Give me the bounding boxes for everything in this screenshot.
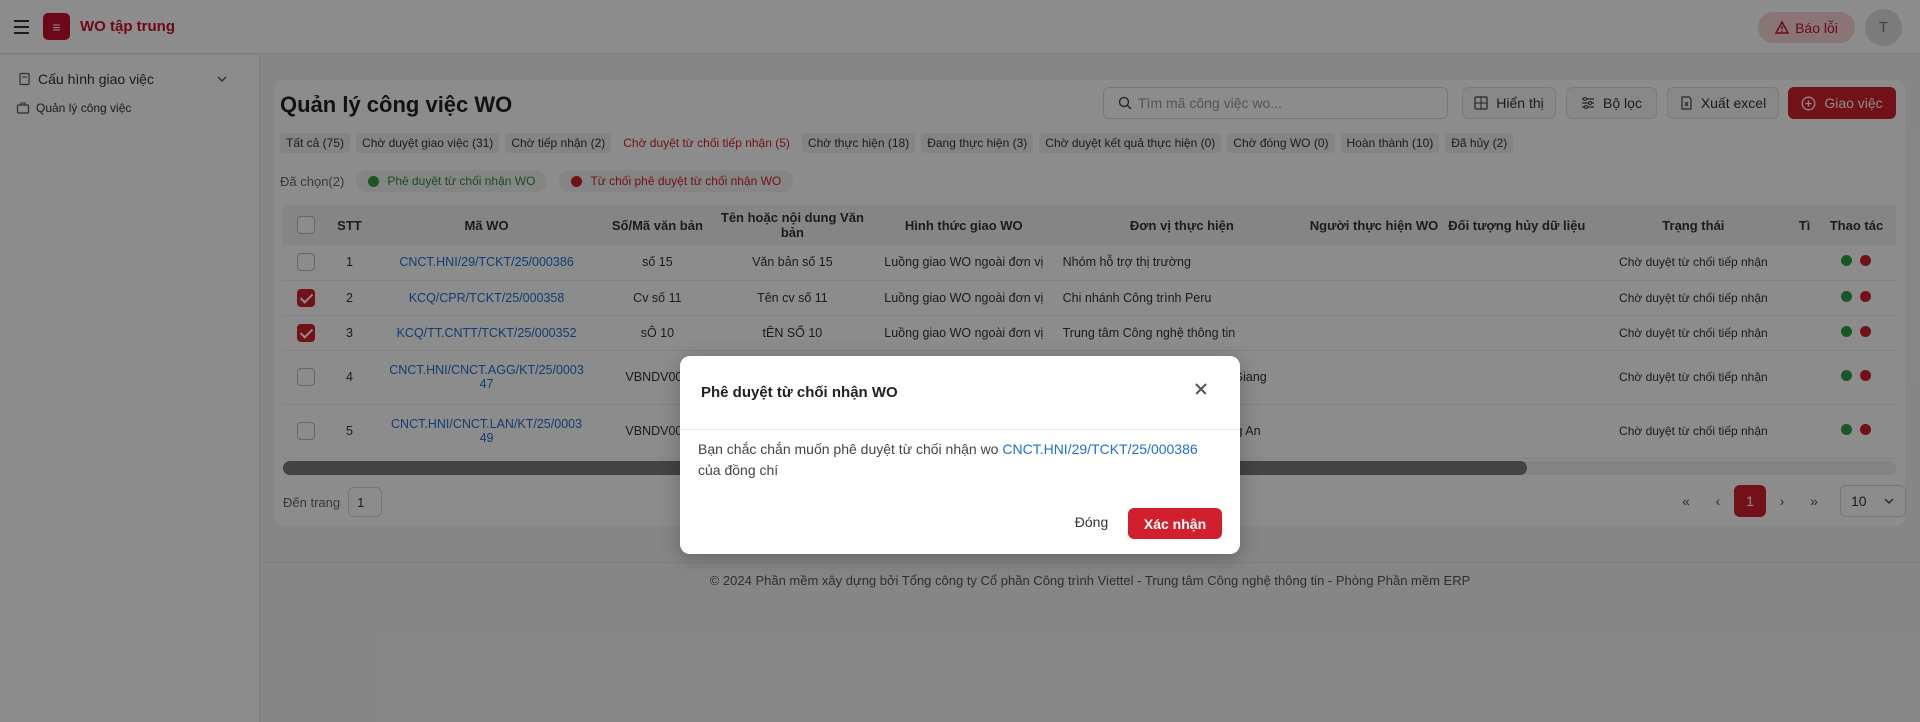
close-icon[interactable] bbox=[1190, 378, 1212, 400]
dialog-message-suffix: của đồng chí bbox=[698, 462, 779, 478]
dialog-divider bbox=[680, 429, 1240, 430]
dialog-title: Phê duyệt từ chối nhận WO bbox=[701, 384, 898, 401]
dialog-wo-code-link[interactable]: CNCT.HNI/29/TCKT/25/000386 bbox=[1002, 441, 1197, 457]
dialog-confirm-button[interactable]: Xác nhận bbox=[1128, 508, 1222, 539]
dialog-message-prefix: Bạn chắc chắn muốn phê duyệt từ chối nhậ… bbox=[698, 441, 1003, 457]
confirm-dialog: Phê duyệt từ chối nhận WO Bạn chắc chắn … bbox=[680, 356, 1240, 554]
dialog-message: Bạn chắc chắn muốn phê duyệt từ chối nhậ… bbox=[698, 439, 1222, 481]
dialog-close-button[interactable]: Đóng bbox=[1064, 506, 1119, 538]
